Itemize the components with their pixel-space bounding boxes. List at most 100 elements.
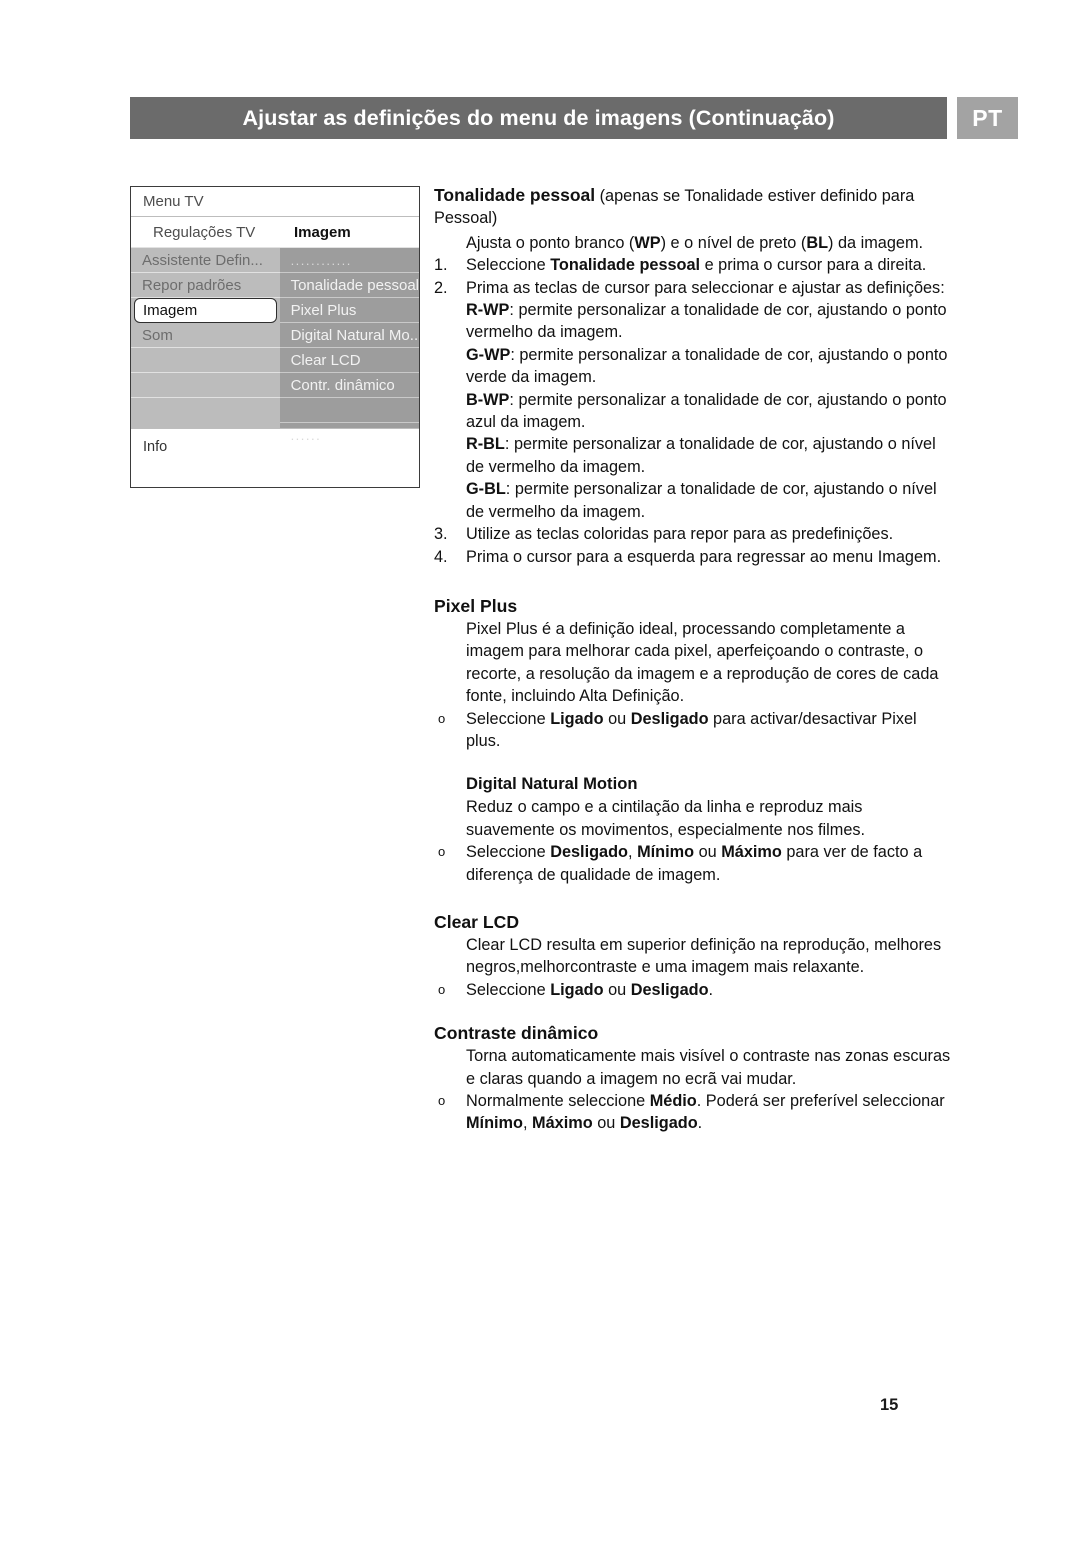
bullet-option-desligado: Desligado <box>630 709 709 728</box>
contraste-dinamico-bullet: o Normalmente seleccione Médio. Poderá se… <box>434 1090 954 1135</box>
tv-menu-title-row: Menu TV <box>131 187 419 217</box>
tv-submenu-item-clear-lcd[interactable]: Clear LCD <box>279 348 419 373</box>
tv-menu-item-empty-3 <box>131 398 280 423</box>
bullet-option-desligado: Desligado <box>550 843 628 862</box>
bullet-text-mid: ou <box>694 843 722 862</box>
bullet-text-mid2: ou <box>592 1114 620 1133</box>
bullet-option-maximo: Máximo <box>532 1114 593 1133</box>
language-badge-label: PT <box>972 104 1003 131</box>
clear-lcd-body: Clear LCD resulta em superior definição … <box>466 935 942 977</box>
digital-natural-motion-bullet: o Seleccione Desligado, Mínimo ou Máximo … <box>434 841 954 886</box>
definition-g-wp: G-WP: permite personalizar a tonalidade … <box>466 344 954 389</box>
definition-key: R-BL <box>466 435 505 454</box>
bullet-sep: , <box>522 1114 533 1133</box>
tv-menu-body: Assistente Defin... Repor padrões Imagem… <box>131 248 419 443</box>
pixel-plus-bullet: o Seleccione Ligado ou Desligado para act… <box>434 708 954 753</box>
tonalidade-heading: Tonalidade pessoal (apenas se Tonalidade… <box>434 184 954 230</box>
tv-menu-subtitle-row: Regulações TV Imagem <box>131 217 419 248</box>
tonalidade-steps-cont: 3. Utilize as teclas coloridas para repor… <box>434 523 954 568</box>
bullet-option-minimo: Mínimo <box>466 1114 523 1133</box>
definition-g-bl: G-BL: permite personalizar a tonalidade … <box>466 478 954 523</box>
tonalidade-heading-bold: Tonalidade pessoal <box>434 185 596 205</box>
tv-submenu-item-label: Pixel Plus <box>290 301 357 319</box>
tonalidade-steps: 1. Seleccione Tonalidade pessoal e prima … <box>434 254 954 299</box>
tv-menu-subtitle-left: Regulações TV <box>153 223 256 241</box>
step-marker: 3. <box>434 525 448 544</box>
main-content: Tonalidade pessoal (apenas se Tonalidade… <box>434 184 954 1135</box>
tv-submenu-item-label: Clear LCD <box>290 351 361 369</box>
bullet-text-a: Seleccione <box>466 843 551 862</box>
step-text-a: Seleccione <box>466 256 551 275</box>
bullet-option-ligado: Ligado <box>550 709 604 728</box>
bullet-marker-icon: o <box>438 844 446 860</box>
tonalidade-step-1: 1. Seleccione Tonalidade pessoal e prima … <box>434 254 954 276</box>
step-text-bold: Tonalidade pessoal <box>550 256 701 275</box>
definition-text: : permite personalizar a tonalidade de c… <box>466 435 936 476</box>
pixel-plus-heading: Pixel Plus <box>434 595 518 616</box>
bullet-text-mid: ou <box>603 980 631 999</box>
definition-r-bl: R-BL: permite personalizar a tonalidade … <box>466 433 954 478</box>
bullet-option-desligado: Desligado <box>630 980 709 999</box>
pixel-plus-body: Pixel Plus é a definição ideal, processa… <box>466 619 939 706</box>
header-title-bar: Ajustar as definições do menu de imagens… <box>130 97 947 139</box>
tv-menu-item-imagem-selected[interactable]: Imagem <box>134 298 277 323</box>
definition-key: G-BL <box>466 480 506 499</box>
digital-natural-motion-body: Reduz o campo e a cintilação da linha e … <box>466 798 866 839</box>
page-number: 15 <box>880 1396 899 1414</box>
bullet-option-desligado: Desligado <box>619 1114 698 1133</box>
tv-menu-item-som[interactable]: Som <box>131 323 280 348</box>
bullet-text-end: . <box>697 1114 703 1133</box>
definition-key: G-WP <box>466 345 511 364</box>
definition-key: B-WP <box>466 390 510 409</box>
tonalidade-step-2: 2. Prima as teclas de cursor para selecci… <box>434 277 954 299</box>
tv-menu-item-repor-padroes[interactable]: Repor padrões <box>131 273 280 298</box>
bullet-text-a: Seleccione <box>466 709 551 728</box>
tv-submenu-item-digital-natural-motion[interactable]: Digital Natural Mo.. <box>279 323 419 348</box>
tonalidade-intro-a: Ajusta o ponto branco ( <box>466 233 635 252</box>
digital-natural-motion-heading: Digital Natural Motion <box>466 774 638 794</box>
tv-menu-title: Menu TV <box>143 193 204 210</box>
tonalidade-intro: Ajusta o ponto branco (WP) e o nível de … <box>434 232 954 254</box>
clear-lcd-heading: Clear LCD <box>434 911 520 932</box>
bullet-sep: , <box>628 843 638 862</box>
bullet-text-a: Normalmente seleccione <box>466 1092 650 1110</box>
tonalidade-definitions: R-WP: permite personalizar a tonalidade … <box>434 299 954 523</box>
tv-submenu-item-dots-top: ............ <box>279 248 419 273</box>
tv-submenu-item-label: Tonalidade pessoal <box>290 276 419 294</box>
tv-submenu-item-dots-bottom: ...... <box>280 423 419 448</box>
tv-menu-left-column: Assistente Defin... Repor padrões Imagem… <box>131 248 280 428</box>
tv-submenu-item-tonalidade-pessoal[interactable]: Tonalidade pessoal <box>279 273 419 298</box>
tv-menu-item-label: Imagem <box>143 302 198 319</box>
bullet-option-maximo: Máximo <box>721 843 782 862</box>
step-text-a: Prima o cursor para a esquerda para regr… <box>466 547 942 566</box>
step-text-a: Prima as teclas de cursor para seleccion… <box>466 278 945 297</box>
bullet-marker-icon: o <box>438 1093 446 1108</box>
tv-menu-item-empty-1 <box>131 348 280 373</box>
bullet-option-medio: Médio <box>649 1092 697 1110</box>
tonalidade-intro-wp: WP <box>634 233 661 252</box>
tv-menu-right-column: ............ Tonalidade pessoal Pixel Pl… <box>279 248 419 443</box>
tv-menu-item-assistente[interactable]: Assistente Defin... <box>131 248 280 273</box>
definition-text: : permite personalizar a tonalidade de c… <box>466 301 947 342</box>
step-marker: 2. <box>434 278 448 297</box>
contraste-dinamico-heading: Contraste dinâmico <box>434 1023 599 1044</box>
language-badge: PT <box>957 97 1018 139</box>
clear-lcd-bullet: o Seleccione Ligado ou Desligado. <box>434 979 954 1001</box>
definition-key: R-WP <box>466 301 510 320</box>
tv-submenu-item-label: Contr. dinâmico <box>290 376 395 394</box>
tv-menu-item-label: Assistente Defin... <box>142 251 263 269</box>
tv-submenu-item-pixel-plus[interactable]: Pixel Plus <box>279 298 419 323</box>
tv-menu-mockup: Menu TV Regulações TV Imagem Assistente … <box>130 186 420 488</box>
contraste-dinamico-body: Torna automaticamente mais visível o con… <box>466 1047 951 1088</box>
tv-submenu-item-contraste-dinamico[interactable]: Contr. dinâmico <box>279 373 419 398</box>
step-marker: 4. <box>434 547 448 566</box>
tv-menu-item-empty-2 <box>131 373 280 398</box>
tv-menu-footer-label: Info <box>143 439 168 455</box>
tonalidade-intro-b: ) e o nível de preto ( <box>660 233 807 252</box>
bullet-text-a: Seleccione <box>466 980 551 999</box>
definition-text: : permite personalizar a tonalidade de c… <box>466 345 948 387</box>
definition-text: : permite personalizar a tonalidade de c… <box>466 390 947 432</box>
tonalidade-step-3: 3. Utilize as teclas coloridas para repor… <box>434 523 954 545</box>
bullet-text-mid: ou <box>603 709 631 728</box>
bullet-marker-icon: o <box>438 981 446 997</box>
